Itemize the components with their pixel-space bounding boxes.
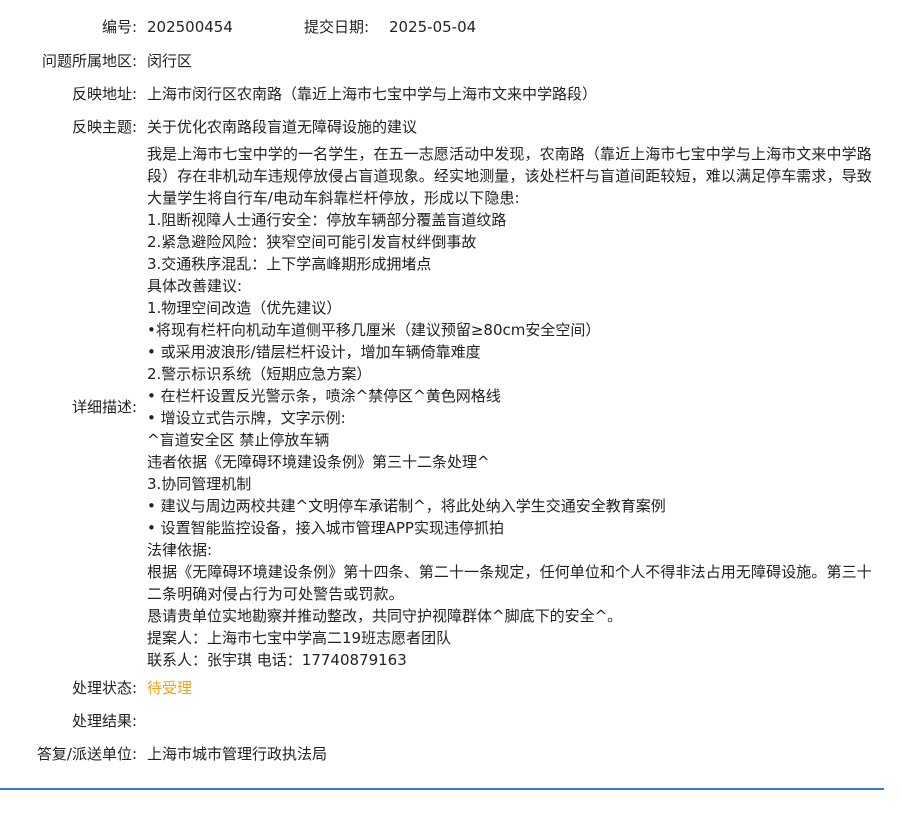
description-label: 详细描述: [71,398,137,416]
date-value: 2025-05-04 [389,18,477,36]
complaint-detail: 编号: 202500454 提交日期: 2025-05-04 问题所属地区: 闵… [0,0,901,813]
region-label: 问题所属地区: [41,52,137,70]
status-badge: 待受理 [147,679,193,697]
id-label: 编号: [101,18,137,36]
date-label: 提交日期: [304,18,370,36]
description-line: •将现有栏杆向机动车道侧平移几厘米（建议预留≥80cm安全空间） [147,321,601,339]
description-line: • 或采用波浪形/错层栏杆设计，增加车辆倚靠难度 [147,343,481,361]
description-line: ^盲道安全区 禁止停放车辆 [147,431,330,449]
description-line: 3.协同管理机制 [147,475,252,493]
description-body: 我是上海市七宝中学的一名学生，在五一志愿活动中发现，农南路（靠近上海市七宝中学与… [147,143,881,671]
description-line: • 建议与周边两校共建^文明停车承诺制^，将此处纳入学生交通安全教育案例 [147,497,666,515]
dept-value: 上海市城市管理行政执法局 [147,745,328,763]
description-line: 2.紧急避险风险：狭窄空间可能引发盲杖绊倒事故 [147,233,477,251]
description-line: 3.交通秩序混乱：上下学高峰期形成拥堵点 [147,255,432,273]
closing-line: 恳请贵单位实地勘察并推动整改，共同守护视障群体^脚底下的安全^。 [147,607,623,625]
description-line: 1.物理空间改造（优先建议） [147,299,342,317]
description-line: 具体改善建议: [147,277,243,295]
description-line: 违者依据《无障碍环境建设条例》第三十二条处理^ [147,453,490,471]
description-line: • 在栏杆设置反光警示条，喷涂^禁停区^黄色网格线 [147,387,501,405]
description-intro: 我是上海市七宝中学的一名学生，在五一志愿活动中发现，农南路（靠近上海市七宝中学与… [147,145,872,207]
legal-text: 根据《无障碍环境建设条例》第十四条、第二十一条规定，任何单位和个人不得非法占用无… [147,563,872,603]
address-label: 反映地址: [71,85,137,103]
description-line: 1.阻断视障人士通行安全：停放车辆部分覆盖盲道纹路 [147,211,507,229]
status-label: 处理状态: [71,679,137,697]
description-line: • 增设立式告示牌，文字示例: [147,409,346,427]
subject-label: 反映主题: [71,118,137,136]
description-line: 2.警示标识系统（短期应急方案） [147,365,372,383]
closing-line: 联系人：张宇琪 电话：17740879163 [147,651,407,669]
closing-line: 提案人：上海市七宝中学高二19班志愿者团队 [147,629,452,647]
address-value: 上海市闵行区农南路（靠近上海市七宝中学与上海市文来中学路段） [147,85,598,103]
result-label: 处理结果: [71,712,137,730]
subject-value: 关于优化农南路段盲道无障碍设施的建议 [147,118,418,136]
region-value: 闵行区 [147,52,193,70]
id-value: 202500454 [147,18,233,36]
section-divider [0,788,884,790]
description-line: • 设置智能监控设备，接入城市管理APP实现违停抓拍 [147,519,504,537]
dept-label: 答复/派送单位: [36,745,137,763]
description-line: 法律依据: [147,541,213,559]
